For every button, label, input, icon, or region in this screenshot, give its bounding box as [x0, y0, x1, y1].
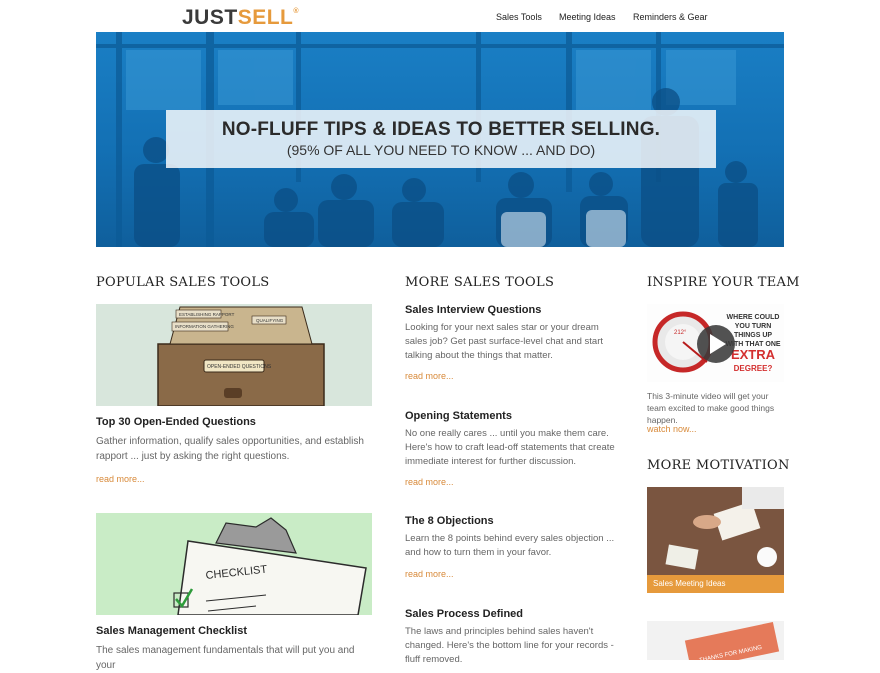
- gauge-label: 212°: [674, 330, 687, 336]
- sales-process-desc: The laws and principles behind sales hav…: [405, 626, 614, 665]
- checklist-image[interactable]: CHECKLIST: [96, 513, 372, 615]
- logo-reg: ®: [293, 8, 300, 15]
- interview-read-more[interactable]: read more...: [405, 371, 454, 381]
- opening-statements-title[interactable]: Opening Statements: [405, 410, 512, 422]
- open-ended-read-more[interactable]: read more...: [96, 474, 145, 484]
- interview-questions-title[interactable]: Sales Interview Questions: [405, 304, 541, 316]
- logo[interactable]: JUSTSELL®: [182, 6, 299, 30]
- nav-reminders-gear[interactable]: Reminders & Gear: [633, 12, 708, 22]
- opening-statements-desc: No one really cares ... until you make t…: [405, 428, 615, 467]
- open-ended-questions-desc: Gather information, qualify sales opport…: [96, 436, 364, 462]
- eight-objections-desc: Learn the 8 points behind every sales ob…: [405, 533, 615, 558]
- meeting-ideas-image[interactable]: Sales Meeting Ideas: [647, 487, 784, 593]
- motivation-heading: MORE MOTIVATION: [647, 458, 790, 473]
- video-text-5: EXTRA: [731, 347, 776, 362]
- hero-banner: NO-FLUFF TIPS & IDEAS TO BETTER SELLING.…: [96, 32, 784, 247]
- video-thumbnail[interactable]: 212° WHERE COULD YOU TURN THINGS UP WITH…: [647, 304, 784, 382]
- thank-you-card-image[interactable]: THANKS FOR MAKING: [647, 621, 784, 660]
- more-tools-heading: MORE SALES TOOLS: [405, 275, 555, 290]
- drawer-label-open-ended: OPEN-ENDED QUESTIONS: [207, 364, 272, 370]
- checklist-desc: The sales management fundamentals that w…: [96, 645, 355, 671]
- sales-process-title[interactable]: Sales Process Defined: [405, 608, 523, 620]
- video-text-6: DEGREE?: [734, 364, 773, 373]
- checklist-title[interactable]: Sales Management Checklist: [96, 625, 247, 637]
- video-text-1: WHERE COULD: [727, 314, 780, 321]
- opening-read-more[interactable]: read more...: [405, 477, 454, 487]
- open-ended-questions-title[interactable]: Top 30 Open-Ended Questions: [96, 416, 256, 428]
- meeting-ideas-caption[interactable]: Sales Meeting Ideas: [647, 575, 784, 593]
- logo-sell: SELL: [237, 6, 294, 29]
- file-drawer-image[interactable]: ESTABLISHING RAPPORT INFORMATION GATHERI…: [96, 304, 372, 406]
- hero-subtitle: (95% OF ALL YOU NEED TO KNOW ... AND DO): [286, 142, 596, 158]
- video-text-3: THINGS UP: [734, 332, 772, 339]
- inspire-heading: INSPIRE YOUR TEAM: [647, 275, 800, 290]
- drawer-label-info: INFORMATION GATHERING: [175, 324, 234, 329]
- interview-questions-desc: Looking for your next sales star or your…: [405, 322, 604, 361]
- objections-read-more[interactable]: read more...: [405, 569, 454, 579]
- drawer-label-rapport: ESTABLISHING RAPPORT: [179, 312, 235, 317]
- watch-now-link[interactable]: watch now...: [647, 424, 697, 434]
- logo-just: JUST: [182, 6, 238, 29]
- hero-title: NO-FLUFF TIPS & IDEAS TO BETTER SELLING.: [221, 119, 661, 140]
- video-desc: This 3-minute video will get your team e…: [647, 391, 775, 425]
- nav-sales-tools[interactable]: Sales Tools: [496, 12, 542, 22]
- hero-text-box: NO-FLUFF TIPS & IDEAS TO BETTER SELLING.…: [166, 110, 716, 168]
- drawer-label-qualifying: QUALIFYING: [256, 318, 284, 323]
- popular-tools-heading: POPULAR SALES TOOLS: [96, 275, 270, 290]
- nav-meeting-ideas[interactable]: Meeting Ideas: [559, 12, 616, 22]
- video-text-2: YOU TURN: [735, 323, 772, 330]
- eight-objections-title[interactable]: The 8 Objections: [405, 515, 494, 527]
